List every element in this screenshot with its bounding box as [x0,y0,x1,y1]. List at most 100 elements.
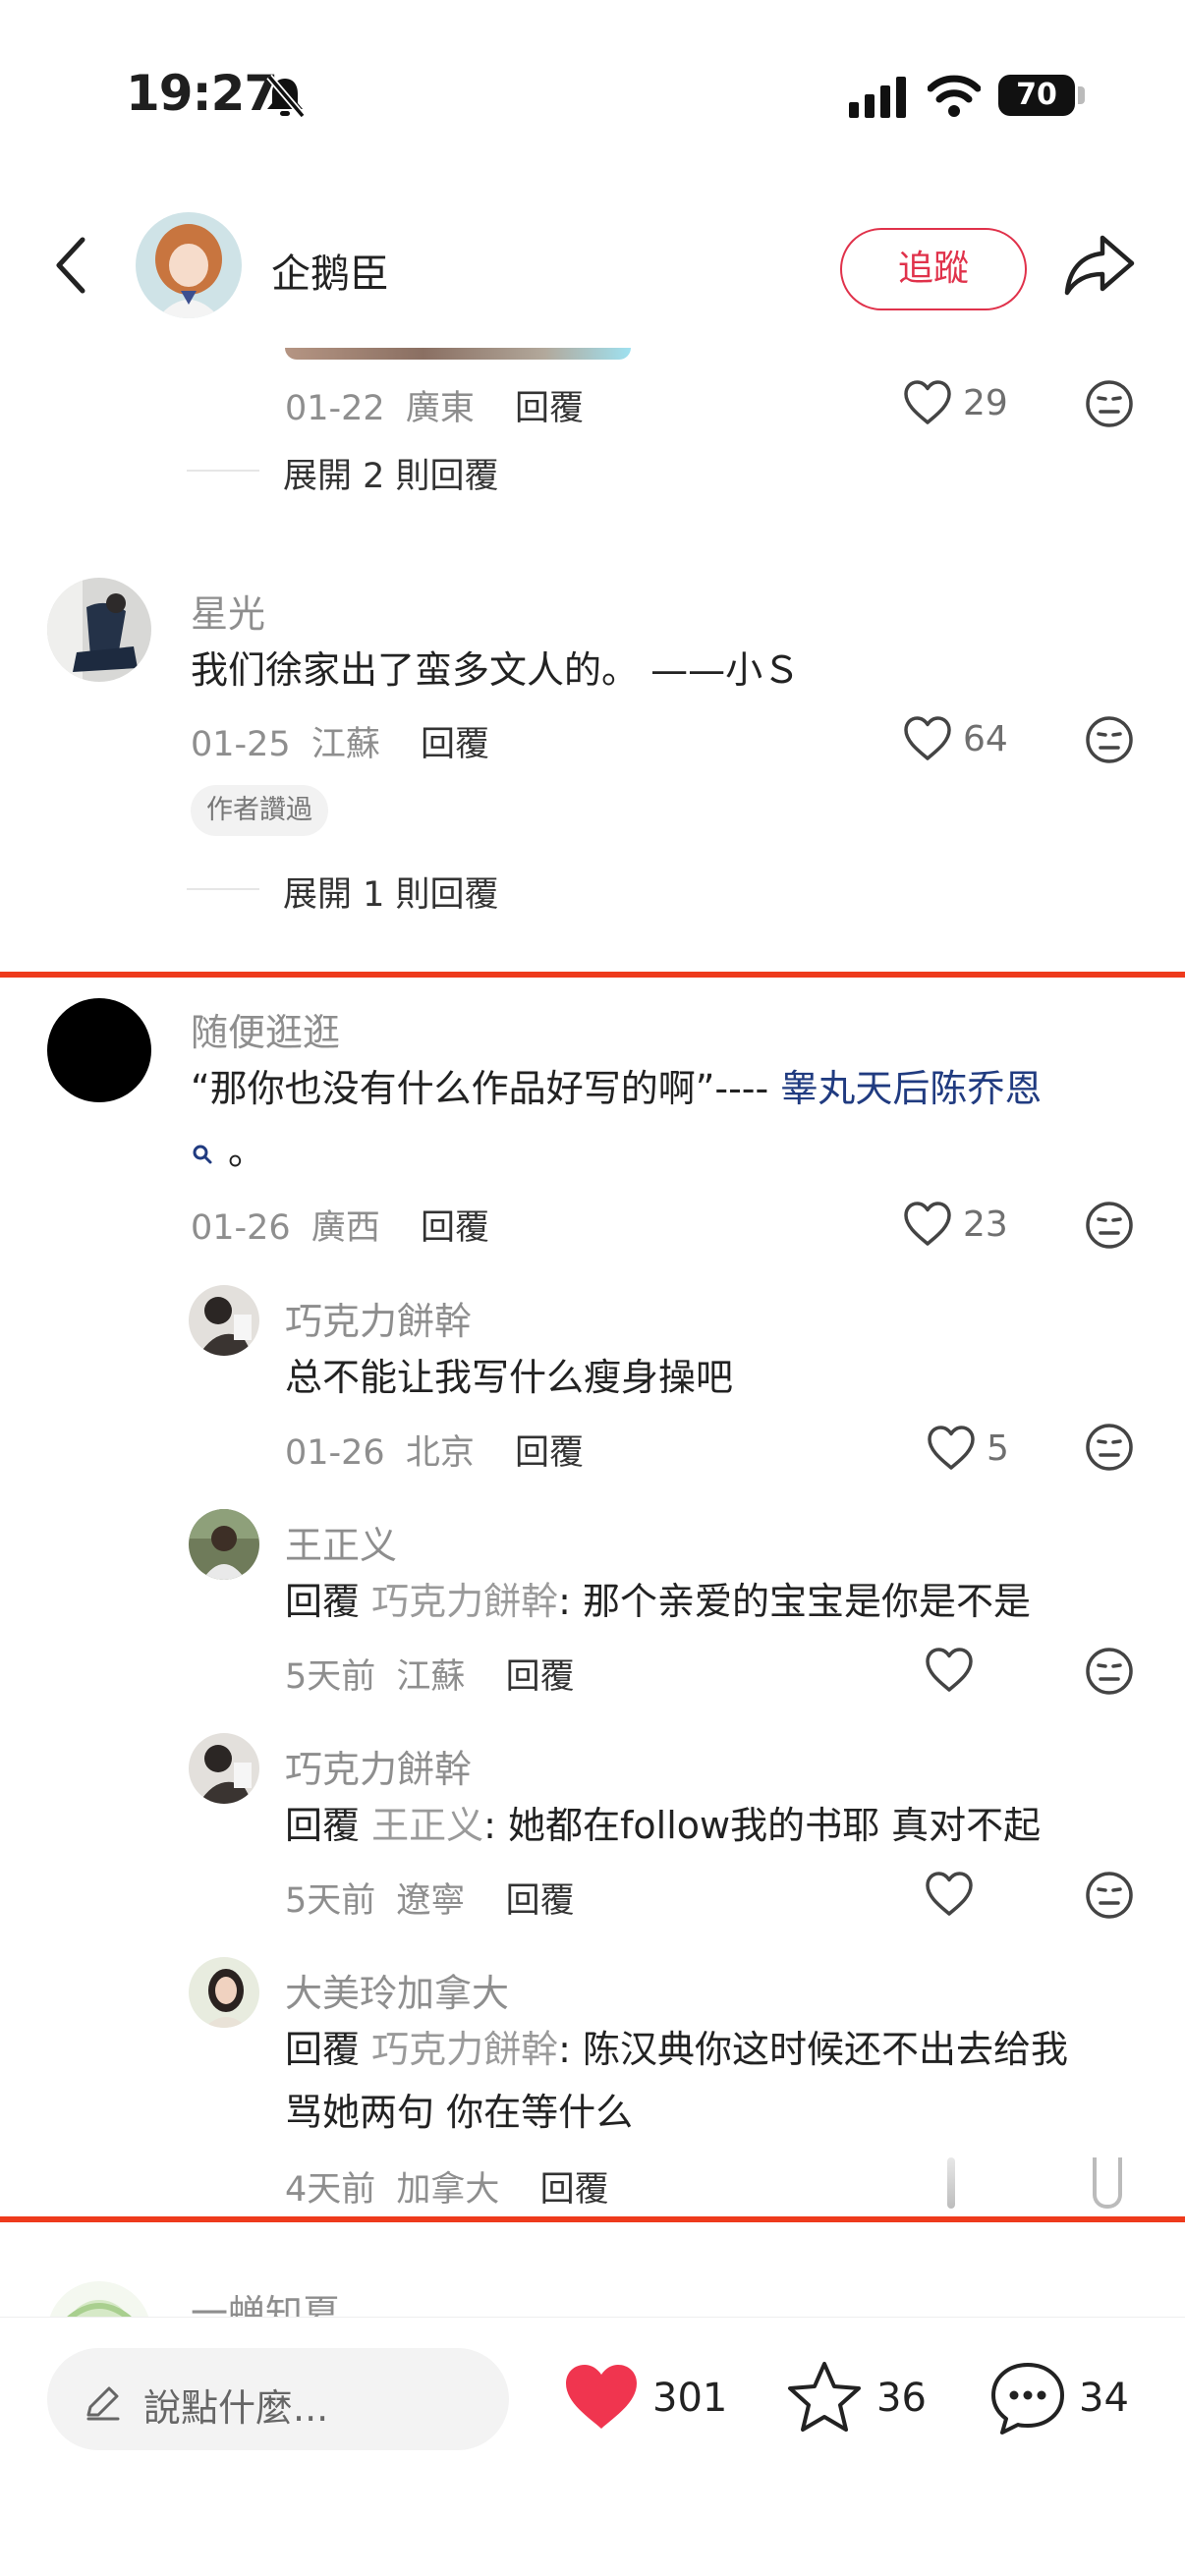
reply-prefix: 回覆 [285,1580,361,1623]
reply-location: 江蘇 [396,1657,466,1697]
heart-filled-icon[interactable] [562,2362,641,2433]
reply-button[interactable]: 回覆 [515,389,584,428]
reply-meta: 4天前 加拿大 回覆 [285,2161,609,2212]
replier-avatar[interactable] [189,1733,259,1804]
dislike-face-icon[interactable] [1085,715,1134,764]
heart-icon[interactable] [924,1647,975,1694]
reply-location: 北京 [405,1433,475,1473]
battery-indicator: 70 [998,75,1085,116]
dislike-face-icon[interactable] [1085,1201,1134,1250]
share-icon[interactable] [1063,232,1136,299]
heart-icon[interactable] [902,1201,953,1248]
heart-icon[interactable] [902,715,953,762]
reply-location: 加拿大 [396,2170,500,2210]
replier-name[interactable]: 巧克力餅幹 [285,1291,472,1345]
dislike-face-icon[interactable] [1085,1423,1134,1472]
reply-text: 回覆 王正义: 她都在follow我的书耶 真对不起 [285,1794,1041,1857]
reply-date: 01-26 [285,1433,385,1473]
dislike-face-icon[interactable] [1085,379,1134,428]
comment-text-suffix: 。 [228,1130,266,1173]
reply-prefix: 回覆 [285,1804,361,1847]
reply-target[interactable]: 巧克力餅幹 [371,2028,558,2071]
replier-name[interactable]: 王正义 [285,1515,397,1569]
dislike-icon-partial [1093,2157,1122,2209]
reply-target[interactable]: 王正义 [371,1804,483,1847]
wifi-icon [928,75,981,117]
reply-meta: 01-26 北京 回覆 [285,1425,584,1475]
star-icon[interactable] [786,2360,863,2435]
like-count: 64 [963,719,1008,759]
comment-location: 廣東 [405,389,475,428]
highlight-line-top [0,972,1185,978]
reply-text: 总不能让我写什么瘦身操吧 [285,1356,734,1399]
bell-muted-icon [266,74,306,119]
follow-button[interactable]: 追蹤 [840,228,1027,310]
reply-button[interactable]: 回覆 [421,725,489,764]
reply-button[interactable]: 回覆 [515,1433,584,1473]
heart-icon[interactable] [902,379,953,426]
reply-button[interactable]: 回覆 [506,1881,575,1921]
like-count: 5 [987,1428,1009,1469]
author-name[interactable]: 企鹅臣 [271,242,389,299]
author-avatar[interactable] [136,212,242,318]
pencil-icon [86,2386,120,2421]
expand-replies-button[interactable]: 展開 1 則回覆 [283,867,499,917]
reply-body-line1: : 陈汉典你这时候还不出去给我 [558,2028,1069,2071]
reply-text: 回覆 巧克力餅幹: 那个亲爱的宝宝是你是不是 [285,1570,1031,1633]
search-small-icon[interactable] [191,1143,214,1166]
heart-icon[interactable] [926,1425,977,1472]
replier-name[interactable]: 巧克力餅幹 [285,1739,472,1793]
like-count: 23 [963,1204,1008,1245]
commenter-name[interactable]: 星光 [191,584,265,638]
reply-date: 4天前 [285,2170,376,2210]
reply-meta: 5天前 江蘇 回覆 [285,1649,575,1699]
comment-date: 01-25 [191,725,291,764]
comment-bubble-icon[interactable] [988,2360,1067,2436]
reply-button[interactable]: 回覆 [421,1208,489,1248]
comment-text: 我们徐家出了蛮多文人的。 ——小Ｓ [191,648,801,692]
reply-location: 遼寧 [396,1881,466,1921]
dislike-face-icon[interactable] [1085,1647,1134,1696]
author-liked-badge: 作者讚過 [191,785,328,836]
expand-divider [187,470,259,472]
reply-body: : 她都在follow我的书耶 真对不起 [483,1804,1042,1847]
comment-meta: 01-26 廣西 回覆 [191,1200,489,1250]
comment-text: “那你也没有什么作品好写的啊”---- 睾丸天后陈乔恩 。 [191,1057,1144,1183]
commenter-name[interactable]: 随便逛逛 [191,1002,340,1056]
reply-meta: 5天前 遼寧 回覆 [285,1873,575,1923]
comment-total: 34 [1079,2376,1129,2421]
reply-target[interactable]: 巧克力餅幹 [371,1580,558,1623]
like-count: 29 [963,383,1008,423]
comment-location: 廣西 [310,1208,380,1248]
highlight-line-bottom [0,2216,1185,2222]
comment-meta: 01-22 廣東 回覆 [285,380,584,430]
expand-replies-button[interactable]: 展開 2 則回覆 [283,448,499,498]
topic-link[interactable]: 睾丸天后陈乔恩 [780,1067,1042,1110]
comment-date: 01-26 [191,1208,291,1248]
reply-date: 5天前 [285,1657,376,1697]
replier-name[interactable]: 大美玲加拿大 [285,1963,509,2017]
commenter-avatar[interactable] [47,998,151,1102]
comment-location: 江蘇 [310,725,380,764]
reply-prefix: 回覆 [285,2028,361,2071]
comment-date: 01-22 [285,389,385,428]
comment-input-placeholder[interactable]: 說點什麼... [143,2378,328,2432]
commenter-avatar[interactable] [47,578,151,682]
dislike-face-icon[interactable] [1085,1871,1134,1920]
reply-text: 回覆 巧克力餅幹: 陈汉典你这时候还不出去给我 骂她两句 你在等什么 [285,2018,1068,2144]
replier-avatar[interactable] [189,1285,259,1356]
reply-button[interactable]: 回覆 [506,1657,575,1697]
replier-avatar[interactable] [189,1509,259,1580]
reply-date: 5天前 [285,1881,376,1921]
image-thumbnail-edge [285,348,631,360]
comment-text-prefix: “那你也没有什么作品好写的啊”---- [191,1067,781,1110]
status-time: 19:27 [126,65,278,122]
replier-avatar[interactable] [189,1957,259,2028]
cellular-signal-icon [849,77,906,118]
heart-icon[interactable] [924,1871,975,1918]
reply-body: : 那个亲爱的宝宝是你是不是 [558,1580,1032,1623]
reply-body-line2: 骂她两句 你在等什么 [285,2091,634,2134]
reply-button[interactable]: 回覆 [540,2170,609,2210]
like-total: 301 [652,2376,728,2421]
back-arrow-icon[interactable] [51,234,90,297]
